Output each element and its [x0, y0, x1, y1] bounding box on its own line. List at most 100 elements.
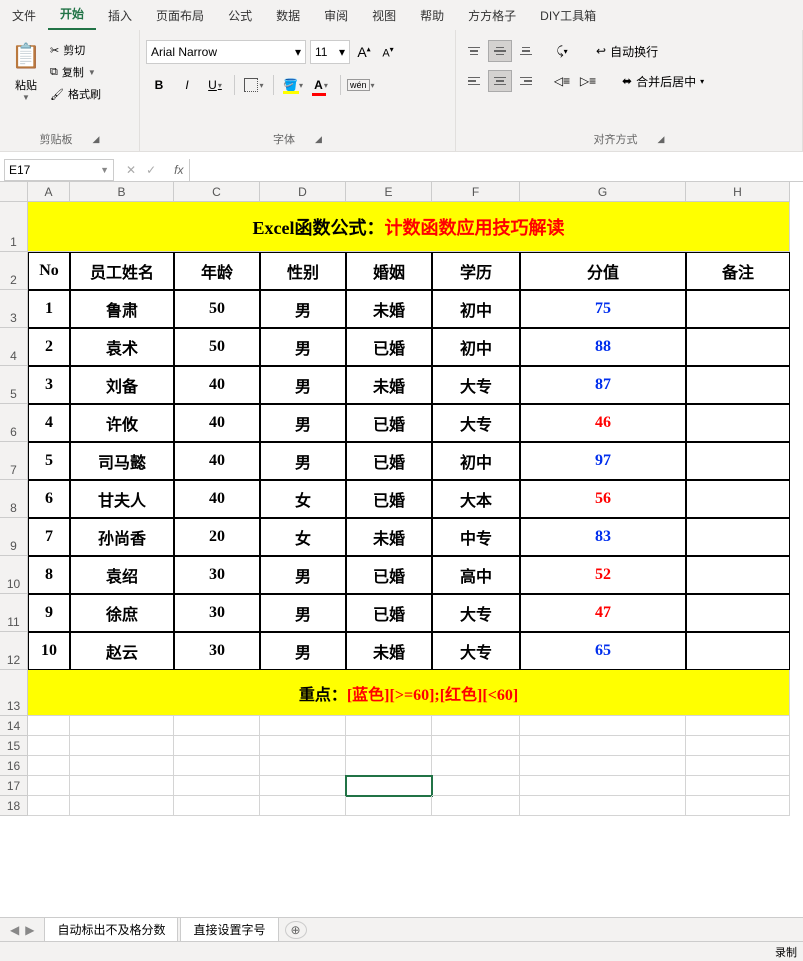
cell[interactable] — [260, 716, 346, 736]
paste-button[interactable]: 📋 粘贴 ▼ — [6, 34, 46, 102]
col-header-D[interactable]: D — [260, 182, 346, 202]
row-header-18[interactable]: 18 — [0, 796, 28, 816]
cell[interactable]: 女 — [260, 480, 346, 518]
align-top-button[interactable] — [462, 40, 486, 62]
formula-bar[interactable] — [189, 159, 803, 181]
tab-DIY工具箱[interactable]: DIY工具箱 — [528, 1, 608, 30]
cell[interactable] — [28, 736, 70, 756]
tab-公式[interactable]: 公式 — [216, 1, 264, 30]
cell[interactable] — [260, 736, 346, 756]
cell[interactable] — [686, 796, 790, 816]
cell[interactable]: 6 — [28, 480, 70, 518]
cell[interactable] — [346, 736, 432, 756]
font-name-combo[interactable]: Arial Narrow ▾ — [146, 40, 306, 64]
cell[interactable] — [174, 756, 260, 776]
phonetic-button[interactable]: wén▾ — [347, 72, 375, 98]
cell[interactable] — [174, 796, 260, 816]
row-header-7[interactable]: 7 — [0, 442, 28, 480]
cell[interactable] — [346, 796, 432, 816]
align-middle-button[interactable] — [488, 40, 512, 62]
cell[interactable]: 初中 — [432, 290, 520, 328]
col-header-F[interactable]: F — [432, 182, 520, 202]
cell[interactable]: 88 — [520, 328, 686, 366]
col-header-E[interactable]: E — [346, 182, 432, 202]
tab-数据[interactable]: 数据 — [264, 1, 312, 30]
align-center-button[interactable] — [488, 70, 512, 92]
cell[interactable] — [686, 736, 790, 756]
enter-formula-icon[interactable]: ✓ — [146, 163, 156, 177]
cell[interactable]: 性别 — [260, 252, 346, 290]
cell[interactable]: 许攸 — [70, 404, 174, 442]
cell[interactable]: 大专 — [432, 366, 520, 404]
cell[interactable] — [686, 776, 790, 796]
cell[interactable]: 刘备 — [70, 366, 174, 404]
cell[interactable]: 56 — [520, 480, 686, 518]
decrease-font-button[interactable]: A▾ — [378, 40, 398, 64]
cell[interactable] — [686, 366, 790, 404]
sheet-tab[interactable]: 直接设置字号 — [180, 917, 278, 943]
cell[interactable]: 40 — [174, 442, 260, 480]
col-header-C[interactable]: C — [174, 182, 260, 202]
cell[interactable]: 40 — [174, 366, 260, 404]
cell[interactable]: 40 — [174, 404, 260, 442]
cell[interactable]: 司马懿 — [70, 442, 174, 480]
cell[interactable]: 重点：[蓝色][>=60];[红色][<60] — [28, 670, 790, 716]
cell[interactable]: 大专 — [432, 404, 520, 442]
cell[interactable]: 9 — [28, 594, 70, 632]
row-header-14[interactable]: 14 — [0, 716, 28, 736]
select-all-button[interactable] — [0, 182, 28, 202]
cell[interactable] — [686, 594, 790, 632]
cell[interactable]: 大专 — [432, 632, 520, 670]
cell[interactable]: 未婚 — [346, 290, 432, 328]
cell[interactable] — [70, 716, 174, 736]
cell[interactable] — [70, 796, 174, 816]
cell[interactable] — [686, 328, 790, 366]
cell[interactable] — [174, 716, 260, 736]
cell[interactable]: 袁绍 — [70, 556, 174, 594]
cell[interactable]: 初中 — [432, 442, 520, 480]
align-left-button[interactable] — [462, 70, 486, 92]
tab-文件[interactable]: 文件 — [0, 1, 48, 30]
cell[interactable]: 30 — [174, 632, 260, 670]
orientation-button[interactable]: ⤹▾ — [550, 40, 574, 62]
sheet-nav-next-icon[interactable]: ▶ — [25, 923, 34, 937]
cell[interactable]: 97 — [520, 442, 686, 480]
name-box[interactable]: E17 ▼ — [4, 159, 114, 181]
row-header-5[interactable]: 5 — [0, 366, 28, 404]
cell[interactable]: 75 — [520, 290, 686, 328]
cell[interactable] — [174, 736, 260, 756]
tab-审阅[interactable]: 审阅 — [312, 1, 360, 30]
cell[interactable]: 赵云 — [70, 632, 174, 670]
cell[interactable] — [432, 796, 520, 816]
cell[interactable]: 87 — [520, 366, 686, 404]
cell[interactable]: 男 — [260, 442, 346, 480]
font-color-button[interactable]: A▾ — [308, 72, 334, 98]
cell[interactable]: 1 — [28, 290, 70, 328]
increase-indent-button[interactable]: ▷≡ — [576, 70, 600, 92]
format-painter-button[interactable]: 🖌 格式刷 — [50, 86, 101, 102]
cells-area[interactable]: Excel函数公式：计数函数应用技巧解读No员工姓名年龄性别婚姻学历分值备注1鲁… — [28, 202, 790, 816]
tab-方方格子[interactable]: 方方格子 — [456, 1, 528, 30]
cell[interactable]: 年龄 — [174, 252, 260, 290]
cell[interactable]: 未婚 — [346, 632, 432, 670]
cell[interactable]: 分值 — [520, 252, 686, 290]
cell[interactable]: 大专 — [432, 594, 520, 632]
row-header-4[interactable]: 4 — [0, 328, 28, 366]
row-header-15[interactable]: 15 — [0, 736, 28, 756]
tab-视图[interactable]: 视图 — [360, 1, 408, 30]
cell[interactable]: 初中 — [432, 328, 520, 366]
cell[interactable]: 83 — [520, 518, 686, 556]
dialog-launcher-icon[interactable]: ◢ — [658, 134, 665, 145]
cell[interactable] — [686, 480, 790, 518]
cell[interactable]: 65 — [520, 632, 686, 670]
cell[interactable] — [70, 736, 174, 756]
cell[interactable]: 已婚 — [346, 442, 432, 480]
cell[interactable]: 30 — [174, 594, 260, 632]
cell[interactable]: 已婚 — [346, 328, 432, 366]
cell[interactable] — [520, 736, 686, 756]
align-bottom-button[interactable] — [514, 40, 538, 62]
tab-插入[interactable]: 插入 — [96, 1, 144, 30]
cell[interactable] — [28, 796, 70, 816]
tab-帮助[interactable]: 帮助 — [408, 1, 456, 30]
cell[interactable]: 8 — [28, 556, 70, 594]
